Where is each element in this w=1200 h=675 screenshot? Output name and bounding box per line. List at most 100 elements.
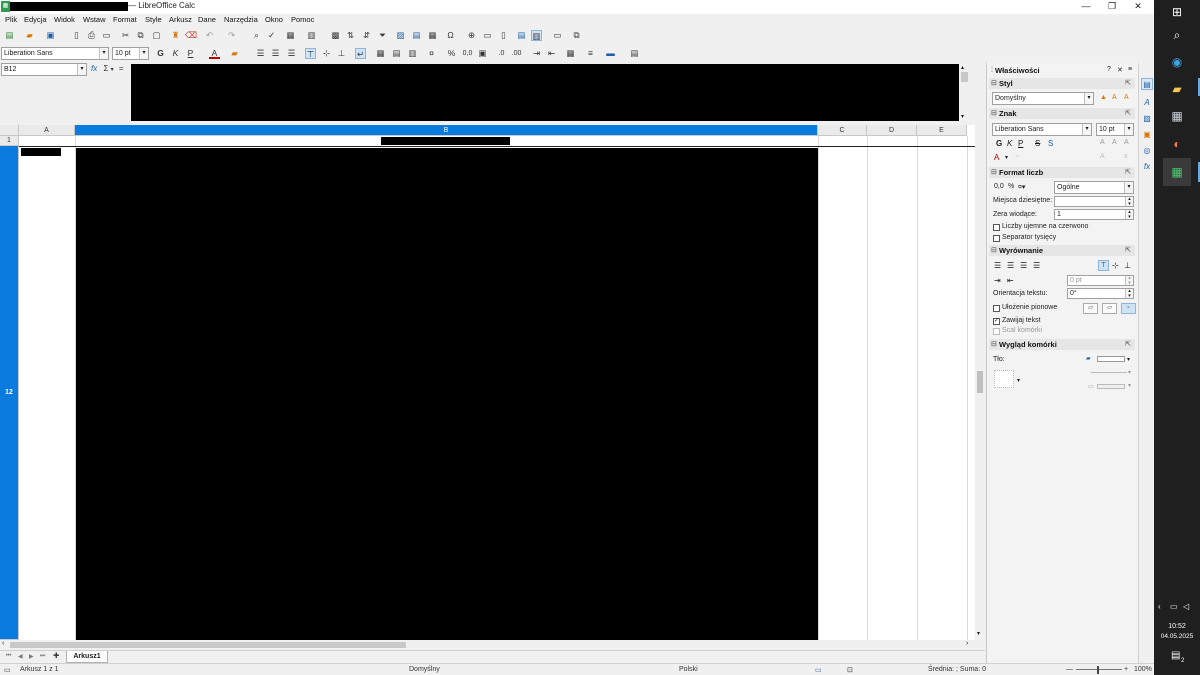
menu-okno[interactable]: Okno	[265, 15, 283, 24]
menu-plik[interactable]: Plik	[5, 15, 17, 24]
cell-a12-redacted[interactable]	[21, 148, 61, 156]
text-extension-icon[interactable]: ▱	[1083, 303, 1098, 314]
new-style-icon[interactable]: A	[1112, 94, 1117, 101]
chevron-right-icon[interactable]: ›	[966, 640, 968, 647]
border-color-icon[interactable]: ▭	[1088, 383, 1094, 390]
merge-center-icon[interactable]: ▦	[375, 48, 386, 59]
sidebar-align-top-icon[interactable]: ⊤	[1098, 260, 1109, 271]
show-draw-functions-icon[interactable]: ⧉	[571, 30, 582, 41]
name-box[interactable]: B12 ▾	[1, 63, 87, 76]
decrease-indent-icon[interactable]: ⇤	[546, 48, 557, 59]
spin-arrows-icon[interactable]: ▴ ▾	[1125, 276, 1133, 285]
comment-icon[interactable]: ▭	[482, 30, 493, 41]
sidebar-italic-button[interactable]: K	[1007, 139, 1012, 148]
merge-cells-checkbox[interactable]	[993, 328, 1000, 335]
background-color-swatch[interactable]	[1097, 356, 1125, 362]
function-wizard-button[interactable]: fx	[91, 64, 97, 73]
firefox-icon[interactable]: ◐	[1167, 134, 1187, 154]
clear-formatting-icon[interactable]: ⌫	[185, 30, 197, 41]
copy-icon[interactable]: ⧉	[135, 30, 146, 41]
freeze-icon[interactable]: ▩	[330, 30, 341, 41]
align-right-icon[interactable]: ☰	[286, 48, 297, 59]
more-options-icon[interactable]: ⇱	[1125, 109, 1131, 117]
percent-format-button[interactable]: %	[446, 48, 457, 59]
functions-tab-icon[interactable]: fx	[1141, 161, 1153, 173]
row-header-1[interactable]: 1	[0, 136, 19, 146]
scroll-thumb[interactable]	[10, 642, 406, 648]
properties-tab-icon[interactable]: ▤	[1141, 78, 1153, 90]
save-icon[interactable]: ▣	[45, 30, 56, 41]
collapse-icon[interactable]: ⊟	[991, 79, 997, 87]
vertical-stack-checkbox[interactable]	[993, 305, 1000, 312]
special-character-icon[interactable]: Ω	[445, 30, 456, 41]
unmerge-cells-icon[interactable]: ▥	[407, 48, 418, 59]
font-name-combo[interactable]: Liberation Sans ▾	[1, 47, 109, 60]
align-top-icon[interactable]: ⊤	[305, 48, 316, 59]
menu-pomoc[interactable]: Pomoc	[291, 15, 314, 24]
percent-icon[interactable]: %	[1008, 183, 1014, 190]
zoom-slider[interactable]	[1076, 669, 1122, 670]
sidebar-strikethrough-button[interactable]: S	[1035, 139, 1040, 148]
sidebar-decrease-indent-icon[interactable]: ⇤	[1007, 276, 1014, 285]
thousands-separator-checkbox[interactable]	[993, 235, 1000, 242]
more-options-icon[interactable]: ⇱	[1125, 79, 1131, 87]
menu-arkusz[interactable]: Arkusz	[169, 15, 192, 24]
chevron-down-icon[interactable]: ▾	[1005, 154, 1008, 161]
menu-wstaw[interactable]: Wstaw	[83, 15, 106, 24]
column-header-b[interactable]: B	[75, 125, 818, 136]
next-sheet-icon[interactable]: ▶	[29, 653, 34, 660]
header-footer-icon[interactable]: ▯	[498, 30, 509, 41]
digital-signature-icon[interactable]: ⊡	[847, 666, 853, 674]
border-color-icon[interactable]: ▬	[605, 48, 616, 59]
wrap-text-checkbox[interactable]: ✓	[993, 318, 1000, 325]
collapse-icon[interactable]: ⊟	[991, 340, 997, 348]
chevron-down-icon[interactable]: ▾	[1017, 377, 1020, 384]
chevron-down-icon[interactable]: ▾	[1128, 369, 1131, 376]
italic-button[interactable]: K	[170, 48, 181, 59]
volume-icon[interactable]: ◁	[1183, 602, 1189, 611]
row-header-12[interactable]: 12	[0, 146, 19, 640]
sidebar-align-left-icon[interactable]: ☰	[994, 261, 1001, 270]
font-color-button[interactable]: A	[209, 48, 220, 59]
increase-indent-icon[interactable]: ⇥	[531, 48, 542, 59]
spin-arrows-icon[interactable]: ▴ ▾	[1125, 210, 1133, 219]
sidebar-close-button[interactable]: ✕	[1117, 66, 1123, 74]
windows-start-icon[interactable]: ⊞	[1167, 2, 1187, 22]
sidebar-align-middle-icon[interactable]: ⊹	[1112, 261, 1119, 270]
leading-zeros-spinner[interactable]: 1 ▴ ▾	[1054, 209, 1134, 220]
sidebar-justify-icon[interactable]: ☰	[1033, 261, 1040, 270]
menu-widok[interactable]: Widok	[54, 15, 75, 24]
sort-descending-icon[interactable]: ⇵	[361, 30, 372, 41]
redo-icon[interactable]: ↷	[226, 30, 237, 41]
cut-icon[interactable]: ✂	[120, 30, 131, 41]
page-style[interactable]: Domyślny	[409, 666, 440, 673]
section-header-style[interactable]: ⊟ Styl ⇱	[989, 78, 1135, 89]
font-size-combo[interactable]: 10 pt ▾	[112, 47, 149, 60]
chevron-down-icon[interactable]: ▾	[111, 67, 114, 73]
negative-red-checkbox[interactable]	[993, 224, 1000, 231]
cell-b1-redacted[interactable]	[381, 137, 510, 145]
select-all-corner[interactable]	[0, 125, 19, 136]
zoom-out-button[interactable]: —	[1066, 666, 1073, 673]
collapse-icon[interactable]: ⊟	[991, 109, 997, 117]
chevron-down-icon[interactable]: ▾	[1127, 356, 1130, 363]
sidebar-underline-button[interactable]: P	[1018, 139, 1023, 148]
last-sheet-icon[interactable]: ⏭	[40, 653, 45, 660]
scroll-thumb[interactable]	[961, 72, 968, 82]
indent-spinner[interactable]: 0 pt ▴ ▾	[1067, 275, 1134, 286]
sheet-tab-arkusz1[interactable]: Arkusz1	[66, 651, 108, 663]
sidebar-shadow-button[interactable]: S	[1048, 139, 1053, 148]
add-decimal-icon[interactable]: .0	[496, 48, 507, 59]
find-replace-icon[interactable]: ⌕	[251, 30, 262, 41]
currency-icon[interactable]: ¤▾	[1018, 183, 1025, 191]
align-left-icon[interactable]: ☰	[255, 48, 266, 59]
subscript-icon[interactable]: A	[1100, 153, 1105, 160]
column-header-a[interactable]: A	[19, 125, 75, 136]
column-header-d[interactable]: D	[867, 125, 917, 136]
zoom-slider-handle[interactable]	[1097, 666, 1099, 674]
split-window-icon[interactable]: ▭	[552, 30, 563, 41]
hyperlink-icon[interactable]: ⊕	[466, 30, 477, 41]
navigator-tab-icon[interactable]: ◎	[1141, 145, 1153, 157]
section-header-number-format[interactable]: ⊟ Format liczb ⇱	[989, 167, 1135, 178]
pivot-table-icon[interactable]: ▦	[427, 30, 438, 41]
